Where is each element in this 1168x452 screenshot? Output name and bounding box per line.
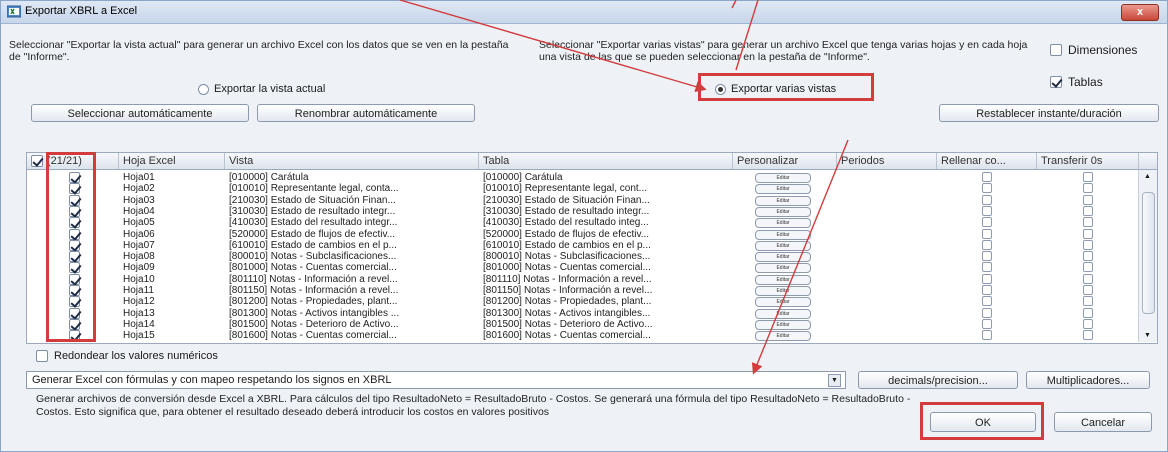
arrow-tail-top [731,0,737,9]
arrow-to-multiple-views [399,0,707,93]
arrow-down-top [735,0,759,71]
arrow-to-select [751,139,849,375]
annotation-arrows [399,0,849,375]
